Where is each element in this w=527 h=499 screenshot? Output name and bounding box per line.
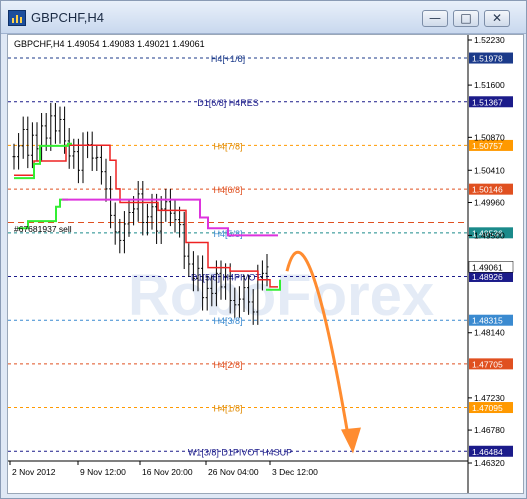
level-label: H4[2/8] [213,360,242,370]
time-tick-label: 26 Nov 04:00 [208,467,259,477]
price-tick-label: 1.47230 [474,393,505,403]
watermark-text: RoboForex [128,263,434,328]
level-label: D1[5/8] H4PIVOT [191,272,262,282]
price-tick-label: 1.49500 [474,230,505,240]
level-label: H4[1/8] [213,404,242,414]
window-title: GBPCHF,H4 [31,10,104,25]
level-price-text: 1.47095 [472,403,503,413]
price-tick-label: 1.50870 [474,132,505,142]
order-label: #67681937 sell [14,224,72,234]
level-price-text: 1.46484 [472,447,503,457]
maximize-icon: □ [460,11,472,25]
chart-window: GBPCHF,H4 — □ ✕ RoboForex H4[+1/8] 1.5197… [0,0,527,499]
level-price-text: 1.48926 [472,272,503,282]
minimize-icon: — [429,11,441,25]
level-label: H4[7/8] [213,141,242,151]
level-price-text: 1.48315 [472,316,503,326]
price-tick-label: 1.50410 [474,165,505,175]
level-label: H4[+1/8] [211,54,245,64]
level-price-text: 1.51978 [472,54,503,64]
price-tick-label: 1.51600 [474,80,505,90]
level-price-text: 1.50146 [472,185,503,195]
title-bar[interactable]: GBPCHF,H4 — □ ✕ [1,1,526,34]
price-tick-label: 1.48140 [474,328,505,338]
forecast-arrow-head [341,427,361,454]
close-icon: ✕ [491,11,503,25]
maximize-button[interactable]: □ [453,10,479,27]
chart-area[interactable]: RoboForex H4[+1/8] 1.51978 D1[6/8] H4RES 1.… [7,34,524,494]
level-price-text: 1.47705 [472,359,503,369]
level-price-text: 1.51367 [472,97,503,107]
close-button[interactable]: ✕ [484,10,510,27]
time-tick-label: 3 Dec 12:00 [272,467,318,477]
level-price-text: 1.50757 [472,141,503,151]
price-chart[interactable]: RoboForex H4[+1/8] 1.51978 D1[6/8] H4RES 1.… [8,35,523,493]
price-tick-label: 1.46780 [474,425,505,435]
time-tick-label: 2 Nov 2012 [12,467,56,477]
price-tick-label: 1.49960 [474,197,505,207]
minimize-button[interactable]: — [422,10,448,27]
symbol-info-label: GBPCHF,H4 1.49054 1.49083 1.49021 1.4906… [14,39,205,49]
level-label: H4[6/8] [213,185,242,195]
time-tick-label: 16 Nov 20:00 [142,467,193,477]
level-label: D1[6/8] H4RES [197,98,259,108]
chart-app-icon [8,10,26,26]
time-tick-label: 9 Nov 12:00 [80,467,126,477]
level-label: W1[3/8] D1PIVOT H4SUP [188,447,292,457]
price-tick-label: 1.52230 [474,35,505,45]
price-tick-label: 1.46320 [474,458,505,468]
level-label: H4[3/8] [213,316,242,326]
current-price-text: 1.49061 [472,262,503,272]
